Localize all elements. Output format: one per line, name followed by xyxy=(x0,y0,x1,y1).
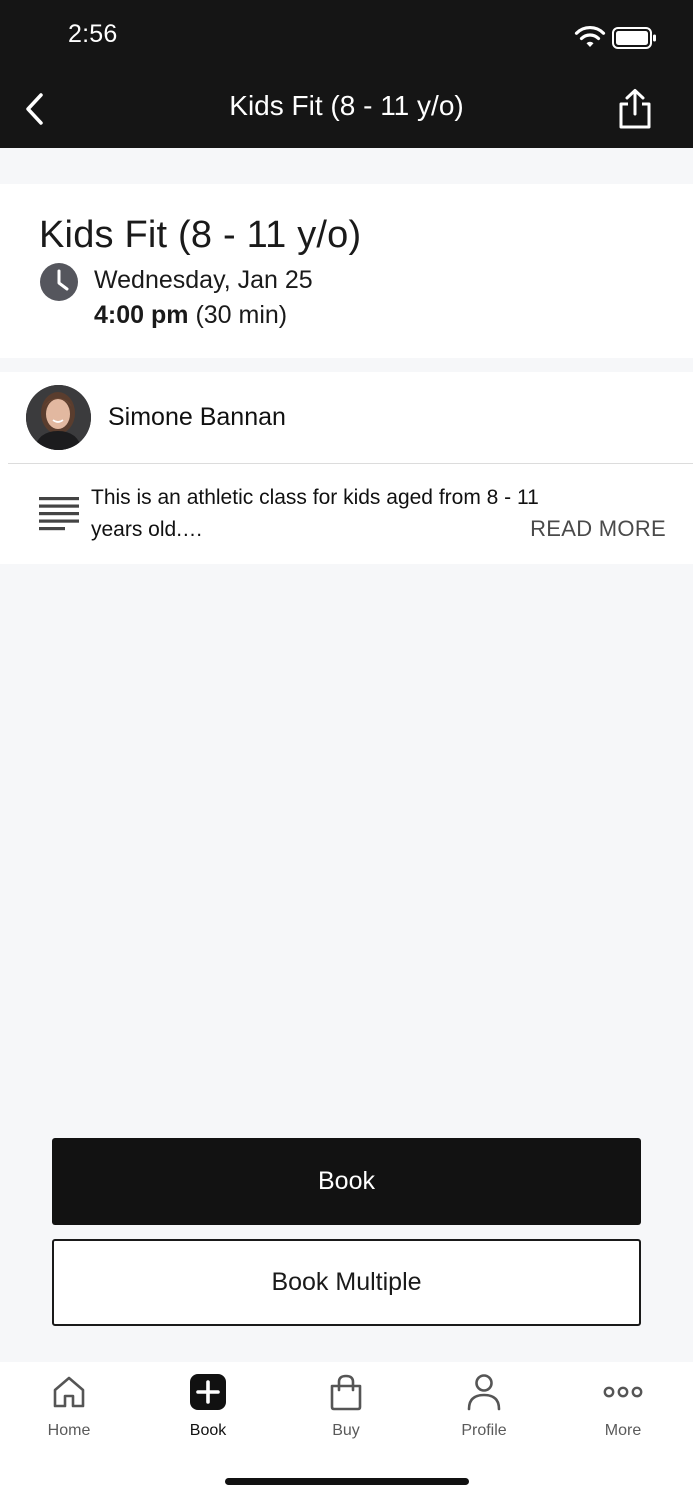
class-detail-screen: 2:56 Kids Fit (8 - 11 y/o) Kids Fit (8 -… xyxy=(0,0,693,1500)
description-row: This is an athletic class for kids aged … xyxy=(0,464,693,564)
plus-square-icon xyxy=(190,1374,226,1410)
tab-book[interactable]: Book xyxy=(148,1372,268,1447)
class-start-time: 4:00 pm xyxy=(94,301,189,329)
instructor-name: Simone Bannan xyxy=(108,403,286,431)
tab-profile[interactable]: Profile xyxy=(424,1372,544,1447)
more-dots-icon xyxy=(603,1386,643,1398)
avatar xyxy=(26,385,91,450)
class-date: Wednesday, Jan 25 xyxy=(94,266,313,294)
tab-more[interactable]: More xyxy=(563,1372,683,1447)
description-text: This is an athletic class for kids aged … xyxy=(91,486,539,541)
tab-buy[interactable]: Buy xyxy=(286,1372,406,1447)
clock-icon xyxy=(40,263,78,301)
tab-label: Book xyxy=(189,1422,227,1439)
share-button[interactable] xyxy=(612,86,658,132)
class-title: Kids Fit (8 - 11 y/o) xyxy=(39,214,362,256)
tab-home[interactable]: Home xyxy=(9,1372,129,1447)
home-icon xyxy=(53,1376,85,1408)
tab-label: Home xyxy=(47,1422,91,1439)
read-more-link[interactable]: READ MORE xyxy=(530,516,666,542)
person-icon xyxy=(467,1374,501,1411)
tab-label: Profile xyxy=(461,1422,507,1439)
back-button[interactable] xyxy=(16,88,52,130)
book-multiple-button[interactable]: Book Multiple xyxy=(52,1239,641,1326)
battery-icon xyxy=(612,27,656,49)
wifi-icon xyxy=(574,26,606,47)
tab-label: Buy xyxy=(332,1422,360,1439)
nav-title: Kids Fit (8 - 11 y/o) xyxy=(229,90,464,121)
text-lines-icon xyxy=(39,497,79,531)
header-bar: 2:56 Kids Fit (8 - 11 y/o) xyxy=(0,0,693,148)
home-indicator xyxy=(225,1478,469,1485)
status-time: 2:56 xyxy=(68,20,118,48)
chevron-left-icon xyxy=(26,93,43,125)
class-time: 4:00 pm (30 min) xyxy=(94,301,287,330)
class-duration: (30 min) xyxy=(195,301,288,329)
instructor-row[interactable]: Simone Bannan xyxy=(0,372,693,464)
shopping-bag-icon xyxy=(330,1374,362,1411)
book-button[interactable]: Book xyxy=(52,1138,641,1225)
share-icon xyxy=(619,89,651,129)
class-info-card: Kids Fit (8 - 11 y/o) Wednesday, Jan 25 … xyxy=(0,184,693,358)
tab-label: More xyxy=(604,1422,642,1439)
